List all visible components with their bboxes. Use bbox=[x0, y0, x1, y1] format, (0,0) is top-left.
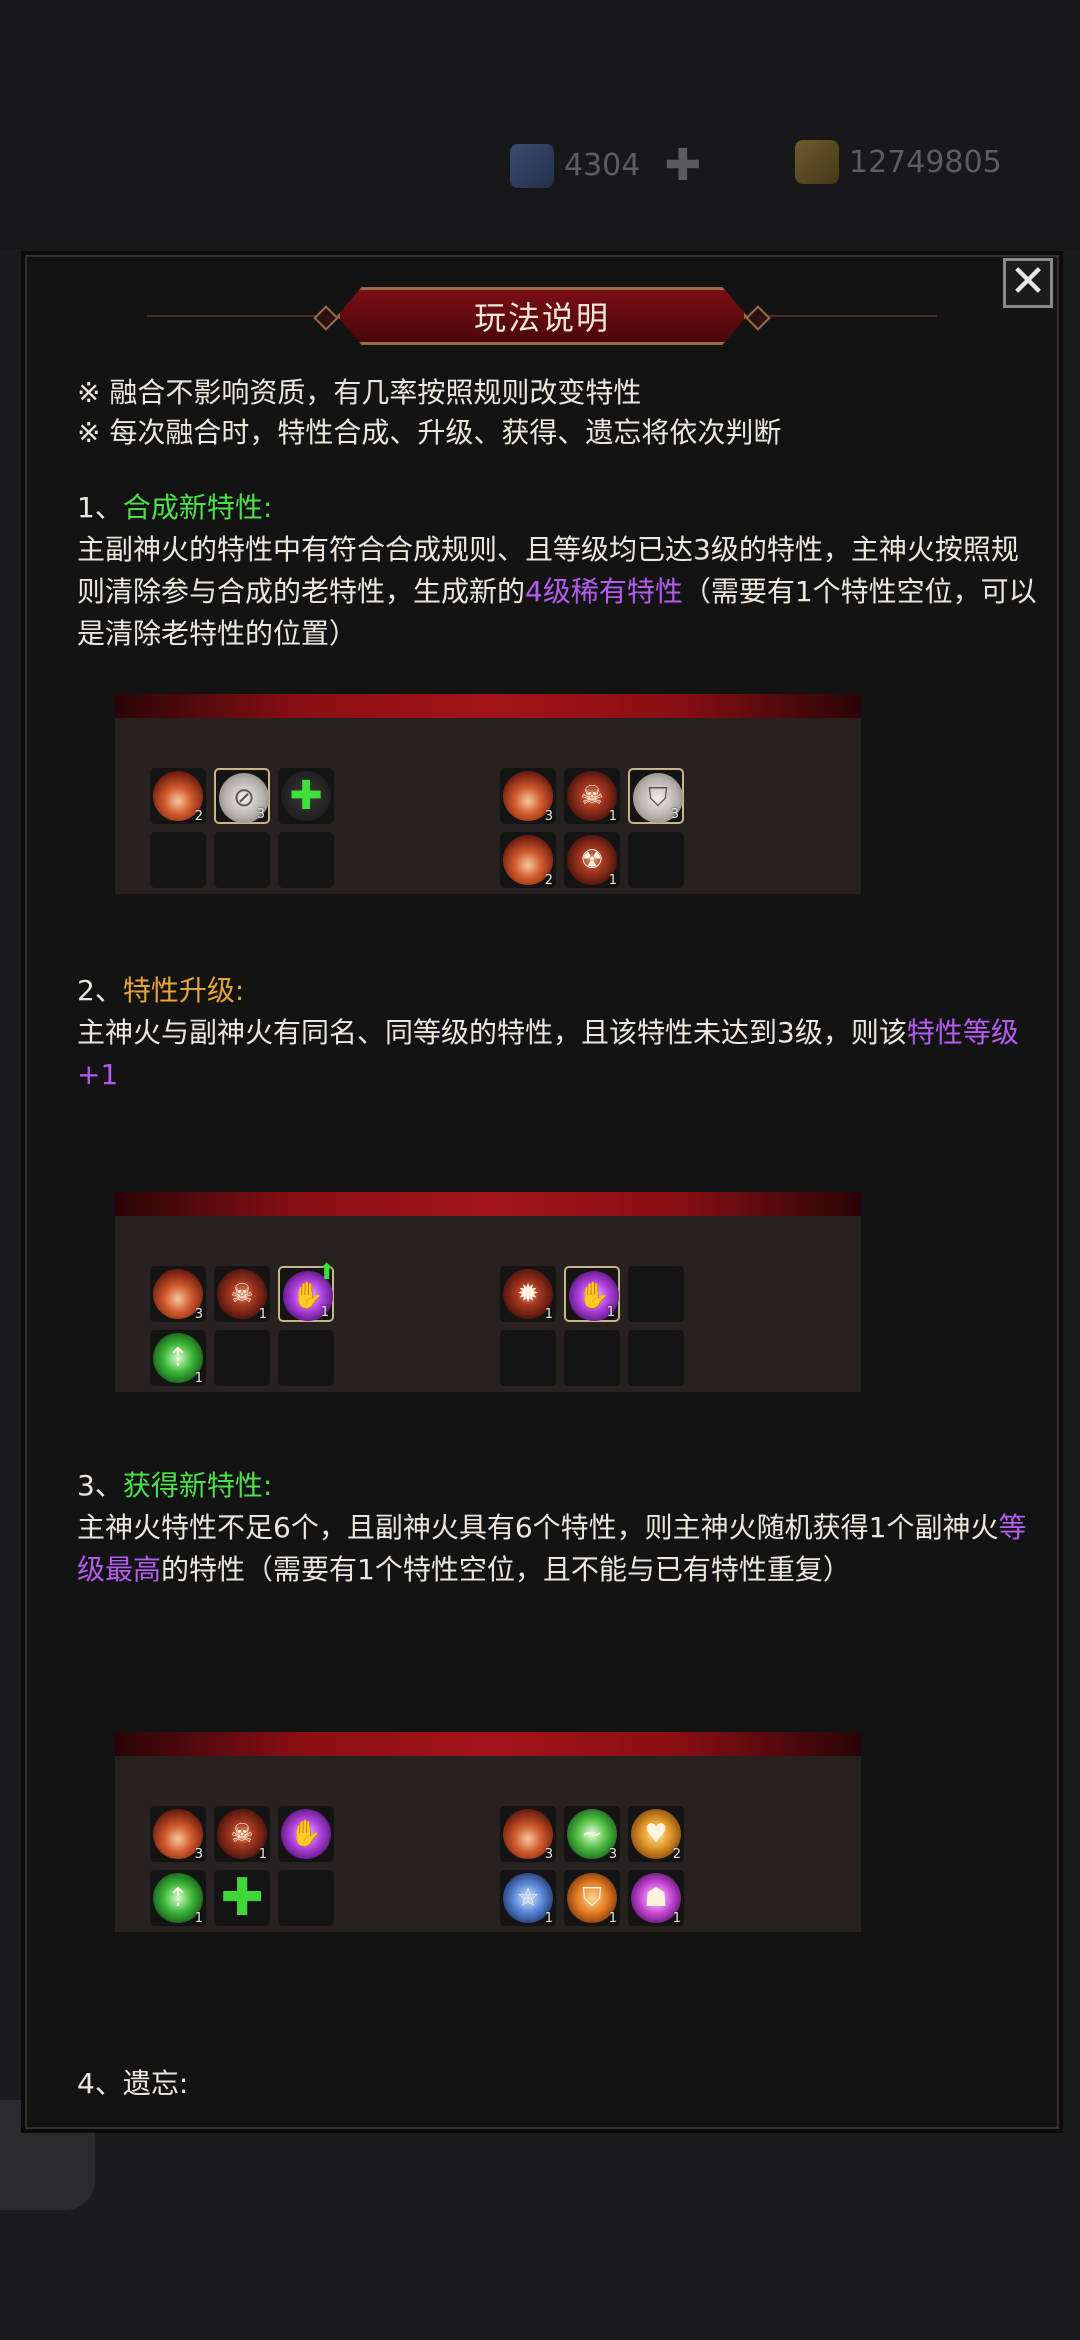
example-3-before: 3 ☠ 1 ✋ ⇡ 1 ✚ bbox=[150, 1806, 334, 1928]
heal-plus-icon: ✚ bbox=[281, 771, 331, 821]
trait-level: 1 bbox=[544, 1307, 553, 1322]
gold-coin-icon bbox=[795, 140, 839, 184]
add-blue-currency-button[interactable]: ✚ bbox=[664, 140, 701, 191]
rules-dialog: 玩法说明 ※ 融合不影响资质，有几率按照规则改变特性 ※ 每次融合时，特性合成、… bbox=[25, 255, 1059, 2129]
example-panel-1: 2 ⊘ 3 ✚ 3 ☠ 1 ⛉ 3 2 ☢ 1 bbox=[115, 694, 861, 894]
trait-level: 2 bbox=[672, 1847, 681, 1862]
section-1-heading: 1、合成新特性: bbox=[77, 491, 273, 524]
trait-level: 3 bbox=[544, 809, 553, 824]
trait-level: 3 bbox=[670, 807, 679, 822]
gold-currency-value: 12749805 bbox=[849, 144, 1002, 180]
example-2-after: ✹ 1 ✋ 1 bbox=[500, 1266, 684, 1386]
empty-trait-slot bbox=[214, 1330, 270, 1386]
trait-slot: ⛉ 1 bbox=[564, 1870, 620, 1926]
section-3-body: 主神火特性不足6个，且副神火具有6个特性，则主神火随机获得1个副神火等级最高的特… bbox=[77, 1511, 1027, 1586]
section-3-heading: 3、获得新特性: bbox=[77, 1469, 273, 1502]
trait-level: 1 bbox=[320, 1305, 329, 1320]
empty-trait-slot bbox=[150, 832, 206, 888]
trait-slot: 3 bbox=[150, 1266, 206, 1322]
trait-slot: 3 bbox=[150, 1806, 206, 1862]
empty-trait-slot bbox=[628, 1330, 684, 1386]
trait-slot: ☆ 1 bbox=[500, 1870, 556, 1926]
trait-slot: ✚ bbox=[278, 768, 334, 824]
trait-slot: ✋ 1 bbox=[564, 1266, 620, 1322]
trait-slot: ✹ 1 bbox=[500, 1266, 556, 1322]
upgrade-arrow-icon: ⬆ bbox=[317, 1260, 336, 1285]
trait-level: 1 bbox=[606, 1305, 615, 1320]
close-button[interactable]: ✕ bbox=[1003, 258, 1053, 308]
trait-slot: 3 bbox=[500, 768, 556, 824]
note-2: ※ 每次融合时，特性合成、升级、获得、遗忘将依次判断 bbox=[77, 416, 782, 449]
empty-trait-slot bbox=[628, 1266, 684, 1322]
section-2-body: 主神火与副神火有同名、同等级的特性，且该特性未达到3级，则该特性等级+1 bbox=[77, 1016, 1019, 1091]
background-top-bar bbox=[0, 0, 1080, 250]
empty-trait-slot bbox=[628, 832, 684, 888]
title-ornament-left bbox=[313, 305, 339, 331]
empty-trait-slot bbox=[278, 832, 334, 888]
trait-slot: ⊘ 3 bbox=[214, 768, 270, 824]
trait-level: 1 bbox=[258, 1307, 267, 1322]
trait-level: 3 bbox=[544, 1847, 553, 1862]
green-plus-icon: ✚ bbox=[220, 1868, 264, 1928]
empty-trait-slot bbox=[500, 1330, 556, 1386]
empty-trait-slot bbox=[214, 832, 270, 888]
trait-level: 1 bbox=[258, 1847, 267, 1862]
trait-slot: ~3 bbox=[564, 1806, 620, 1862]
trait-slot: ☠ 1 bbox=[214, 1266, 270, 1322]
dialog-title: 玩法说明 bbox=[337, 287, 747, 345]
empty-trait-slot bbox=[278, 1330, 334, 1386]
example-1-after: 3 ☠ 1 ⛉ 3 2 ☢ 1 bbox=[500, 768, 684, 888]
gold-currency: 12749805 bbox=[795, 140, 1002, 184]
trait-level: 3 bbox=[194, 1307, 203, 1322]
trait-slot: ⛉ 3 bbox=[628, 768, 684, 824]
trait-slot: ☠ 1 bbox=[214, 1806, 270, 1862]
empty-trait-slot bbox=[278, 1870, 334, 1926]
trait-slot: 2 bbox=[150, 768, 206, 824]
section-2-heading: 2、特性升级: bbox=[77, 974, 245, 1007]
trait-slot: ✚ bbox=[214, 1868, 270, 1928]
trait-level: 2 bbox=[544, 873, 553, 888]
trait-level: 1 bbox=[608, 873, 617, 888]
trait-level: 3 bbox=[608, 1847, 617, 1862]
blue-currency: 4304 ✚ bbox=[510, 140, 701, 191]
trait-slot: ⇡ 1 bbox=[150, 1330, 206, 1386]
title-ornament-right bbox=[745, 305, 771, 331]
trait-slot: ♥ 2 bbox=[628, 1806, 684, 1862]
trait-level: 3 bbox=[194, 1847, 203, 1862]
note-1: ※ 融合不影响资质，有几率按照规则改变特性 bbox=[77, 376, 642, 409]
purple-hand-icon: ✋ bbox=[281, 1809, 331, 1859]
example-2-before: 3 ☠ 1 ✋ 1 ⬆ ⇡ 1 bbox=[150, 1260, 336, 1386]
trait-slot: ☗ 1 bbox=[628, 1870, 684, 1926]
trait-slot: ✋ 1 ⬆ bbox=[278, 1260, 336, 1322]
trait-slot: ☢ 1 bbox=[564, 832, 620, 888]
example-panel-3: 3 ☠ 1 ✋ ⇡ 1 ✚ 3 ~3 ♥ 2 ☆ 1 ⛉ 1 ☗ 1 bbox=[115, 1732, 861, 1932]
trait-slot: 3 bbox=[500, 1806, 556, 1862]
blue-currency-value: 4304 bbox=[564, 148, 641, 183]
trait-slot: ✋ bbox=[278, 1806, 334, 1862]
trait-slot: 2 bbox=[500, 832, 556, 888]
section-1-body: 主副神火的特性中有符合合成规则、且等级均已达3级的特性，主神火按照规则清除参与合… bbox=[77, 533, 1037, 650]
trait-level: 1 bbox=[608, 809, 617, 824]
trait-level: 1 bbox=[544, 1911, 553, 1926]
trait-slot: ☠ 1 bbox=[564, 768, 620, 824]
example-1-before: 2 ⊘ 3 ✚ bbox=[150, 768, 334, 888]
trait-level: 1 bbox=[194, 1371, 203, 1386]
section-4-heading: 4、遗忘: bbox=[77, 2067, 189, 2100]
trait-level: 2 bbox=[194, 809, 203, 824]
trait-slot: ⇡ 1 bbox=[150, 1870, 206, 1926]
example-3-after: 3 ~3 ♥ 2 ☆ 1 ⛉ 1 ☗ 1 bbox=[500, 1806, 684, 1926]
trait-level: 1 bbox=[608, 1911, 617, 1926]
example-panel-2: 3 ☠ 1 ✋ 1 ⬆ ⇡ 1 ✹ 1 ✋ 1 bbox=[115, 1192, 861, 1392]
trait-level: 3 bbox=[256, 807, 265, 822]
trait-level: 1 bbox=[672, 1911, 681, 1926]
trait-level: 1 bbox=[194, 1911, 203, 1926]
blue-gem-icon bbox=[510, 143, 554, 188]
empty-trait-slot bbox=[564, 1330, 620, 1386]
